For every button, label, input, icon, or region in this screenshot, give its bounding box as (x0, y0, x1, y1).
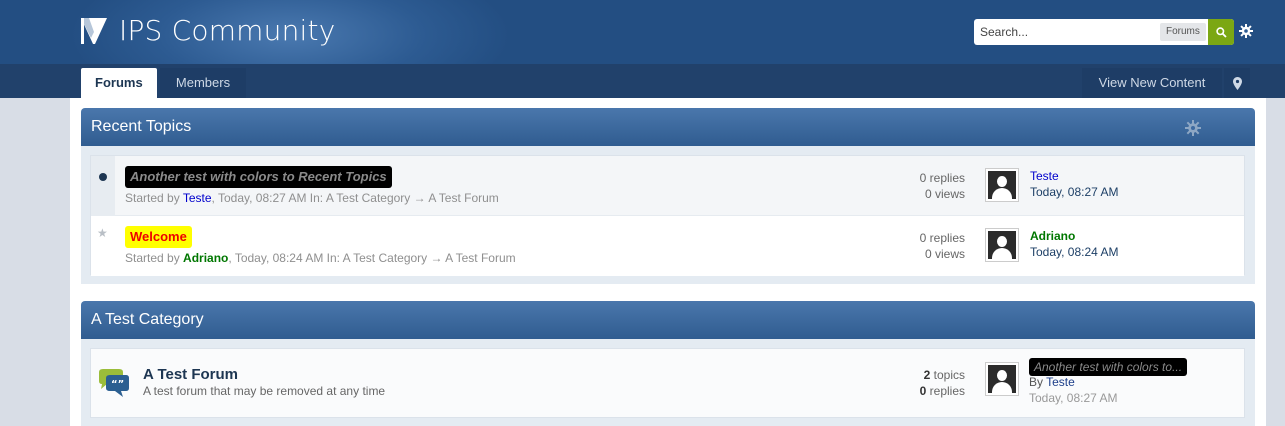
recent-topics-list: Another test with colors to Recent Topic… (90, 155, 1245, 276)
main-nav: Forums Members View New Content (0, 64, 1285, 98)
site-title: IPS Community (119, 14, 336, 47)
avatar[interactable] (985, 362, 1019, 396)
topic-stats: 0 replies 0 views (920, 170, 965, 202)
replies-count: 0 replies (920, 383, 965, 399)
topic-author-link[interactable]: Teste (183, 191, 212, 205)
recent-topics-header: Recent Topics (81, 108, 1255, 146)
views-count: 0 views (924, 247, 965, 261)
view-new-content-link[interactable]: View New Content (1082, 68, 1222, 98)
last-post-title-link[interactable]: Another test with colors to... (1029, 358, 1187, 376)
site-logo[interactable]: IPS Community (81, 17, 335, 45)
forum-row: “” A Test Forum A test forum that may be… (90, 348, 1245, 418)
category-title-link[interactable]: A Test Category (91, 311, 204, 328)
forum-description: A test forum that may be removed at any … (143, 384, 386, 398)
search-submit-button[interactable] (1208, 19, 1234, 45)
topics-count: 2 topics (920, 367, 965, 383)
unread-marker (91, 156, 115, 216)
search-icon (1215, 26, 1227, 38)
topic-meta: Started by Adriano, Today, 08:24 AM In: … (125, 251, 516, 265)
last-poster-link[interactable]: Teste (1046, 375, 1075, 389)
table-row: Another test with colors to Recent Topic… (91, 156, 1244, 216)
topic-title-link[interactable]: Another test with colors to Recent Topic… (125, 166, 392, 188)
main-content: Recent Topics Another test with colors t… (70, 98, 1266, 426)
site-header: IPS Community Forums (0, 0, 1285, 64)
by-label: By (1029, 375, 1047, 389)
gear-icon[interactable] (1185, 120, 1201, 136)
topic-meta-details: , Today, 08:27 AM In: A Test Category → … (211, 191, 499, 205)
read-marker: ★ (91, 216, 115, 276)
avatar[interactable] (985, 168, 1019, 202)
avatar[interactable] (985, 228, 1019, 262)
last-poster-link[interactable]: Teste (1030, 169, 1059, 183)
views-count: 0 views (924, 187, 965, 201)
star-icon[interactable]: ★ (97, 226, 108, 240)
topic-stats: 0 replies 0 views (920, 230, 965, 262)
forum-stats: 2 topics 0 replies (920, 367, 965, 399)
forum-name-link[interactable]: A Test Forum (143, 366, 238, 383)
svg-text:“”: “” (111, 379, 124, 390)
recent-topics-body: Another test with colors to Recent Topic… (81, 146, 1255, 284)
tab-forums[interactable]: Forums (81, 68, 157, 98)
last-post-date[interactable]: Today, 08:24 AM (1030, 245, 1119, 259)
search-scope-button[interactable]: Forums (1160, 23, 1206, 41)
topic-meta: Started by Teste, Today, 08:27 AM In: A … (125, 191, 499, 205)
started-by-label: Started by (125, 251, 184, 265)
unread-dot-icon[interactable] (99, 173, 107, 181)
started-by-label: Started by (125, 191, 183, 205)
last-post-by: By Teste (1029, 375, 1075, 389)
tab-members[interactable]: Members (160, 68, 246, 98)
replies-count: 0 replies (919, 231, 965, 245)
last-post-date: Today, 08:27 AM (1029, 391, 1118, 405)
topic-title-link[interactable]: Welcome (125, 226, 192, 248)
map-pin-icon (1232, 76, 1242, 90)
search-options-gear-icon[interactable] (1239, 24, 1253, 38)
topic-meta-details: , Today, 08:24 AM In: A Test Category → … (228, 251, 516, 265)
search-input[interactable] (974, 20, 1154, 44)
ips-logo-icon (81, 18, 107, 44)
forum-chat-icon: “” (99, 369, 129, 397)
location-pin-button[interactable] (1224, 68, 1250, 98)
last-post-date[interactable]: Today, 08:27 AM (1030, 185, 1119, 199)
topics-count-label: topics (930, 368, 965, 382)
replies-count: 0 replies (919, 171, 965, 185)
replies-count-label: replies (926, 384, 965, 398)
topic-author-link[interactable]: Adriano (183, 251, 228, 265)
category-header: A Test Category (81, 301, 1255, 339)
table-row: ★ Welcome Started by Adriano, Today, 08:… (91, 216, 1244, 276)
search-box: Forums (974, 19, 1234, 45)
category-body: “” A Test Forum A test forum that may be… (81, 339, 1255, 426)
recent-topics-title: Recent Topics (91, 118, 192, 135)
last-poster-link[interactable]: Adriano (1030, 229, 1075, 243)
